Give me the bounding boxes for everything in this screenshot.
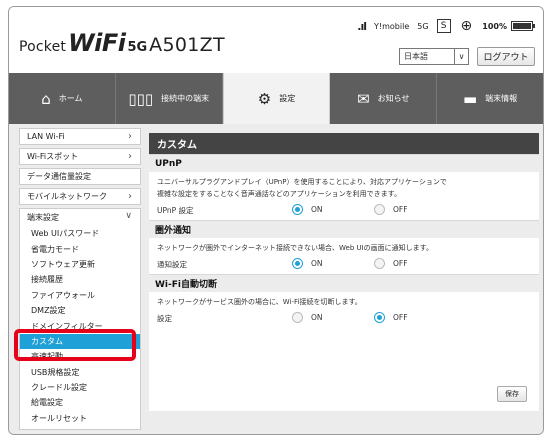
tab-connected-devices[interactable]: ▯▯▯ 接続中の端末	[116, 73, 223, 124]
chevron-down-icon: ∨	[454, 49, 468, 64]
language-select[interactable]: 日本語 ∨	[399, 48, 469, 65]
sidebar-sub-cradle[interactable]: クレードル設定	[20, 380, 140, 395]
sidebar-sub-firewall[interactable]: ファイアウォール	[20, 288, 140, 303]
tab-home-label: ホーム	[58, 94, 83, 103]
radio-label: ON	[311, 259, 323, 268]
header: Pocket WiFi 5G A501ZT .ıl Y!mobile 5G S …	[9, 7, 543, 73]
section-upnp-description: ユニバーサルプラグアンドプレイ（UPnP）を使用することにより、対応アプリケーシ…	[149, 172, 539, 200]
radio-circle-icon	[374, 258, 385, 269]
sidebar-sub-connection-history[interactable]: 接続履歴	[20, 272, 140, 287]
device-info-icon: ▬	[462, 89, 478, 108]
sidebar-group-device-settings: 端末設定 ∨ Web UIパスワード 省電力モード ソフトウェア更新 接続履歴 …	[14, 208, 141, 431]
chevron-down-icon: ∨	[125, 211, 132, 221]
sidebar-item-label: Wi-Fiスポット	[27, 152, 79, 161]
sidebar-item-label: データ通信量設定	[27, 172, 91, 181]
section-out-of-service-heading: 圏外通知	[149, 220, 539, 238]
sidebar-sub-dmz[interactable]: DMZ設定	[20, 303, 140, 318]
tab-settings-label: 設定	[279, 94, 296, 103]
battery-percent: 100%	[482, 21, 507, 31]
logo-model: A501ZT	[149, 34, 225, 56]
radio-label: ON	[311, 313, 323, 322]
section-wifi-auto-disconnect-description: ネットワークがサービス圏外の場合に、Wi-Fi接続を切断します。	[149, 292, 539, 308]
tab-device-info-label: 端末情報	[485, 94, 518, 103]
logo-wifi: WiFi	[68, 29, 126, 57]
radio-label: OFF	[393, 259, 408, 268]
main-panel: カスタム UPnP ユニバーサルプラグアンドプレイ（UPnP）を使用することによ…	[149, 133, 539, 411]
logout-button[interactable]: ログアウト	[477, 47, 535, 66]
main-nav: ⌂ ホーム ▯▯▯ 接続中の端末 ⚙ 設定 ✉ お知らせ ▬ 端末情報	[9, 73, 543, 124]
tab-notifications-label: お知らせ	[377, 94, 410, 103]
gear-icon: ⚙	[257, 89, 272, 108]
sidebar-sub-software-update[interactable]: ソフトウェア更新	[20, 257, 140, 272]
sidebar: LAN Wi-Fi › Wi-Fiスポット › データ通信量設定 モバイルネット…	[14, 125, 141, 431]
desc-line: ユニバーサルプラグアンドプレイ（UPnP）を使用することにより、対応アプリケーシ…	[157, 178, 447, 186]
upnp-setting-row: UPnP 設定 ON OFF	[149, 200, 539, 220]
home-icon: ⌂	[41, 89, 51, 108]
radio-circle-icon	[374, 312, 385, 323]
language-value: 日本語	[404, 52, 428, 61]
notify-setting-row: 通知設定 ON OFF	[149, 254, 539, 274]
upnp-off-radio[interactable]: OFF	[374, 204, 408, 215]
radio-label: OFF	[393, 313, 408, 322]
status-bar: .ıl Y!mobile 5G S ⊕ 100%	[357, 18, 535, 34]
wifi-disconnect-setting-row: 設定 ON OFF	[149, 308, 539, 328]
radio-circle-icon	[292, 204, 303, 215]
radio-label: OFF	[393, 205, 408, 214]
sidebar-sub-webui-password[interactable]: Web UIパスワード	[20, 226, 140, 241]
notify-on-radio[interactable]: ON	[292, 258, 323, 269]
sim-icon: S	[436, 19, 451, 33]
tab-device-info[interactable]: ▬ 端末情報	[437, 73, 543, 124]
tab-home[interactable]: ⌂ ホーム	[9, 73, 116, 124]
carrier-name: Y!mobile	[374, 21, 410, 31]
tab-connected-devices-label: 接続中の端末	[161, 94, 210, 103]
sidebar-item-wifi-spot[interactable]: Wi-Fiスポット ›	[19, 148, 141, 165]
wifi-disconnect-off-radio[interactable]: OFF	[374, 312, 408, 323]
sidebar-group-header[interactable]: 端末設定 ∨	[20, 209, 140, 226]
tab-notifications[interactable]: ✉ お知らせ	[330, 73, 438, 124]
battery-icon	[511, 21, 535, 31]
tab-settings[interactable]: ⚙ 設定	[222, 73, 331, 124]
sidebar-item-mobile-network[interactable]: モバイルネットワーク ›	[19, 188, 141, 205]
logo-pocket: Pocket	[19, 39, 67, 55]
sidebar-sub-custom[interactable]: カスタム	[14, 328, 140, 362]
notify-off-radio[interactable]: OFF	[374, 258, 408, 269]
sidebar-group-label: 端末設定	[27, 213, 59, 222]
desc-line: ネットワークが圏外でインターネット接続できない場合、Web UIの画面に通知しま…	[157, 244, 433, 252]
radio-circle-icon	[292, 258, 303, 269]
globe-icon: ⊕	[460, 18, 473, 34]
sidebar-item-data-usage[interactable]: データ通信量設定	[19, 168, 141, 185]
section-out-of-service-description: ネットワークが圏外でインターネット接続できない場合、Web UIの画面に通知しま…	[149, 238, 539, 254]
radio-circle-icon	[292, 312, 303, 323]
save-button[interactable]: 保存	[497, 386, 527, 402]
logo-5g: 5G	[127, 40, 148, 55]
sidebar-sub-power-saving[interactable]: 省電力モード	[20, 241, 140, 256]
radio-circle-icon	[374, 204, 385, 215]
sidebar-sub-power-supply[interactable]: 給電設定	[20, 395, 140, 410]
signal-bars-icon: .ıl	[357, 19, 367, 33]
section-upnp-heading: UPnP	[149, 154, 539, 172]
upnp-setting-label: UPnP 設定	[157, 206, 194, 215]
radio-label: ON	[311, 205, 323, 214]
sidebar-item-label: モバイルネットワーク	[27, 192, 107, 201]
notify-setting-label: 通知設定	[157, 260, 187, 269]
brand-logo: Pocket WiFi 5G A501ZT	[19, 29, 225, 57]
desc-line: ネットワークがサービス圏外の場合に、Wi-Fi接続を切断します。	[157, 298, 362, 306]
devices-icon: ▯▯▯	[128, 89, 154, 108]
sidebar-sub-usb-standard[interactable]: USB規格設定	[20, 365, 140, 380]
upnp-on-radio[interactable]: ON	[292, 204, 323, 215]
sidebar-item-lan-wifi[interactable]: LAN Wi-Fi ›	[19, 128, 141, 145]
desc-line: 複雑な設定をすることなく音声通話などのアプリケーションを利用できます。	[157, 190, 401, 198]
chevron-right-icon: ›	[128, 131, 132, 142]
chevron-right-icon: ›	[128, 191, 132, 202]
network-type: 5G	[417, 21, 429, 31]
wifi-disconnect-on-radio[interactable]: ON	[292, 312, 323, 323]
wifi-disconnect-setting-label: 設定	[157, 314, 172, 323]
app-window: Pocket WiFi 5G A501ZT .ıl Y!mobile 5G S …	[8, 6, 544, 435]
mail-icon: ✉	[357, 89, 370, 108]
sidebar-item-label: LAN Wi-Fi	[27, 132, 65, 141]
sidebar-sub-all-reset[interactable]: オールリセット	[20, 411, 140, 426]
page-title: カスタム	[149, 133, 539, 154]
section-wifi-auto-disconnect-heading: Wi-Fi自動切断	[149, 274, 539, 292]
chevron-right-icon: ›	[128, 151, 132, 162]
